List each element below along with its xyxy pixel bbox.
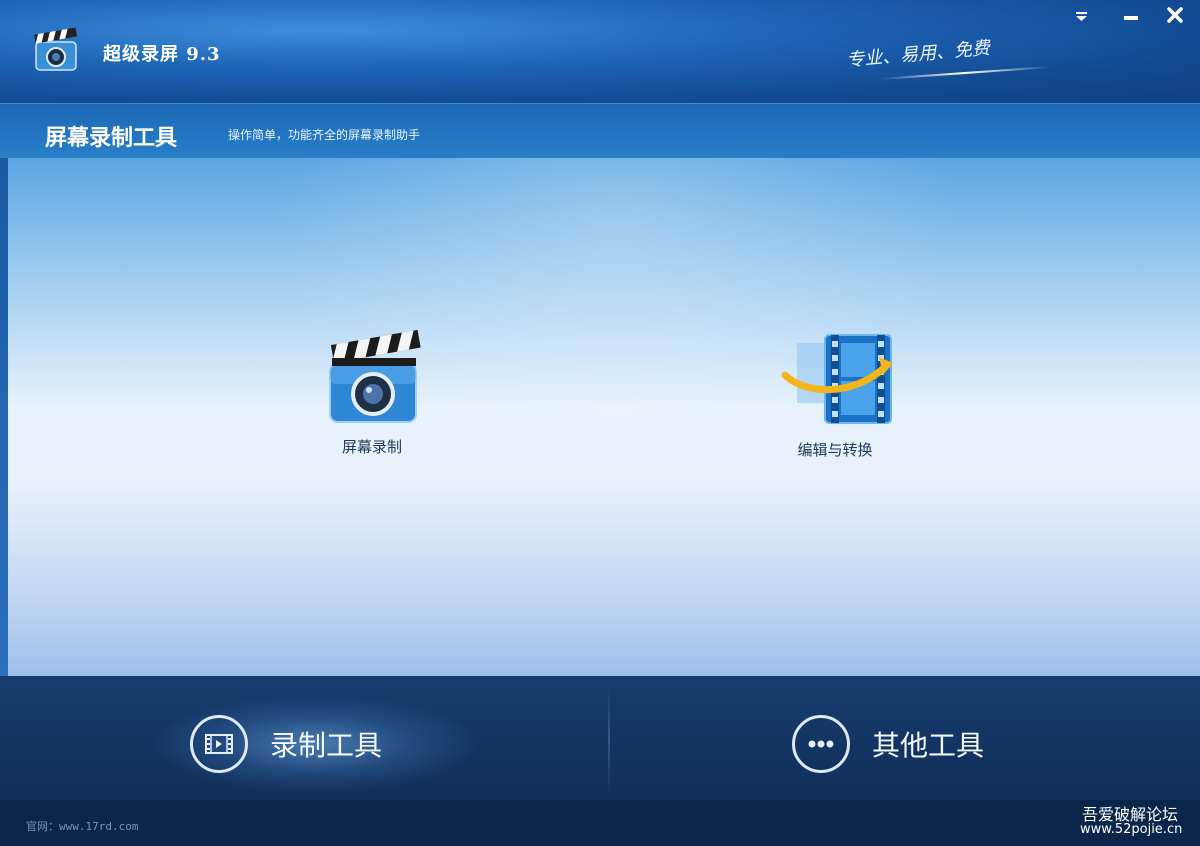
menu-dropdown-button[interactable] <box>1066 4 1096 28</box>
title-bar: 超级录屏 9.3 专业、易用、免费 <box>0 0 1200 103</box>
slogan-text: 专业、易用、免费 <box>845 37 991 72</box>
tab-record-tools-label: 录制工具 <box>270 729 383 762</box>
tab-other-tools[interactable]: 其他工具 <box>792 700 984 788</box>
tab-divider <box>608 684 610 794</box>
slogan-underline <box>880 66 1050 80</box>
close-icon <box>1167 7 1183 23</box>
section-header: 屏幕录制工具 <box>0 103 1200 159</box>
screen-record-tool[interactable]: 屏幕录制 <box>297 322 447 457</box>
section-description: 操作简单，功能齐全的屏幕录制助手 <box>228 128 421 142</box>
official-site-link[interactable]: 官网：www.17rd.com <box>26 818 138 834</box>
app-title: 超级录屏 9.3 <box>103 44 221 65</box>
tab-other-tools-label: 其他工具 <box>872 729 985 762</box>
menu-dropdown-icon <box>1076 12 1087 21</box>
film-frame-icon <box>190 715 248 773</box>
edit-convert-label: 编辑与转换 <box>797 441 873 459</box>
more-dots-icon <box>792 715 850 773</box>
tab-record-tools[interactable]: 录制工具 <box>190 700 382 788</box>
minimize-icon <box>1124 16 1138 20</box>
screen-record-label: 屏幕录制 <box>341 438 402 456</box>
close-button[interactable] <box>1160 4 1190 28</box>
left-edge <box>0 158 8 676</box>
tools-panel <box>8 158 1200 676</box>
app-window: 超级录屏 9.3 专业、易用、免费 屏幕录制工具 操作简单，功能齐全的屏幕录制助… <box>0 0 1200 846</box>
clapperboard-camera-icon <box>312 322 432 430</box>
minimize-button[interactable] <box>1116 4 1146 28</box>
edit-convert-tool[interactable]: 编辑与转换 <box>760 325 910 460</box>
film-convert-icon <box>775 325 895 433</box>
footer-bar <box>0 800 1200 846</box>
app-logo-icon <box>30 26 82 74</box>
section-title: 屏幕录制工具 <box>45 126 178 151</box>
watermark-forum-url: www.52pojie.cn <box>1080 822 1183 837</box>
